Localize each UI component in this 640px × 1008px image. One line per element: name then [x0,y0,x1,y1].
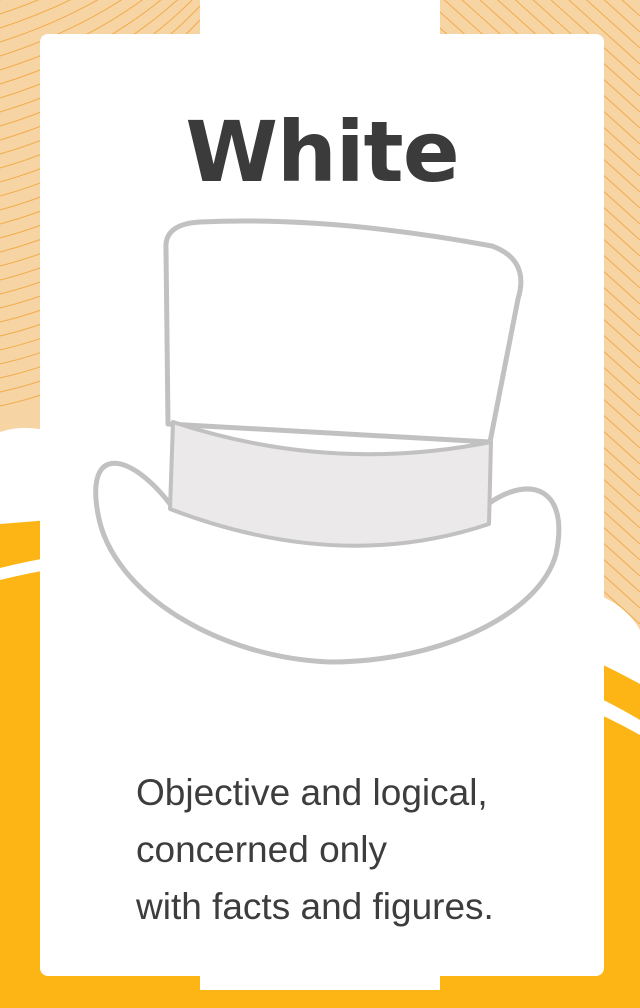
hat-crown [163,218,524,445]
description-line: concerned only [136,829,387,870]
card-description: Objective and logical, concerned only wi… [136,764,494,935]
description-line: with facts and figures. [136,886,494,927]
hat-card: White Objective and logical, concerned o… [40,34,604,976]
description-line: Objective and logical, [136,772,488,813]
orange-bottom-edge [0,990,640,1008]
